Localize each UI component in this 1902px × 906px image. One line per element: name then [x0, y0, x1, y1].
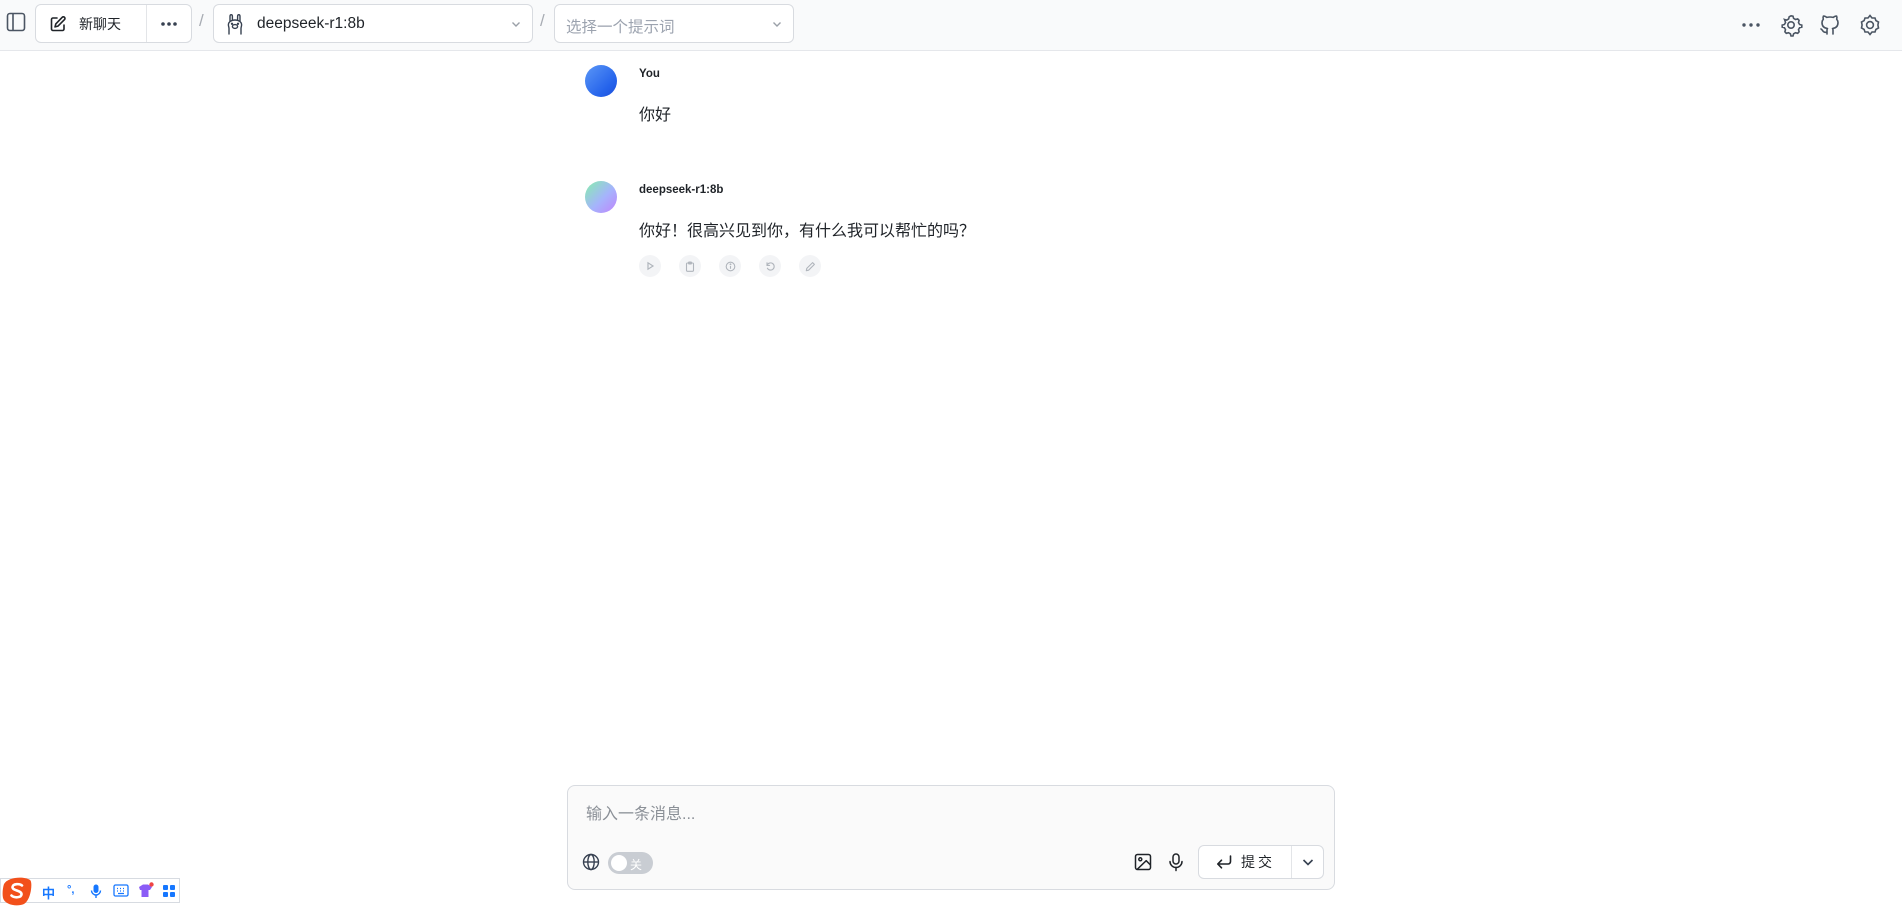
new-chat-button[interactable]: 新聊天 [36, 5, 147, 42]
ime-keyboard-icon[interactable] [113, 884, 129, 897]
prompt-placeholder: 选择一个提示词 [566, 19, 675, 36]
ime-punctuation[interactable]: °, [67, 884, 74, 896]
avatar [585, 65, 617, 97]
sogou-logo-icon[interactable] [2, 876, 32, 906]
enter-icon [1215, 854, 1233, 870]
submit-label: 提交 [1241, 854, 1275, 870]
sidebar-toggle-icon[interactable] [5, 11, 27, 33]
ime-toolbox-icon[interactable] [162, 884, 176, 898]
play-icon[interactable] [639, 255, 661, 277]
toggle-knob [611, 855, 627, 871]
ime-toolbar: 中 °, [0, 876, 180, 906]
submit-options-button[interactable] [1292, 846, 1323, 878]
message-composer: 关 提交 [567, 785, 1335, 890]
more-horizontal-icon [160, 21, 178, 27]
settings-gear-icon[interactable] [1779, 13, 1803, 37]
chevron-down-icon [1301, 855, 1315, 869]
message-input[interactable] [586, 800, 1306, 830]
microphone-icon[interactable] [1166, 852, 1186, 872]
message-sender: You [639, 68, 660, 80]
ime-skin-icon[interactable] [137, 882, 155, 899]
ime-mode[interactable]: 中 [42, 883, 55, 902]
toggle-label: 关 [630, 858, 643, 872]
copy-icon[interactable] [679, 255, 701, 277]
message-sender: deepseek-r1:8b [639, 184, 724, 196]
message-text: 你好 [639, 107, 672, 124]
prompt-select[interactable]: 选择一个提示词 [554, 4, 794, 43]
avatar [585, 181, 617, 213]
model-select[interactable]: deepseek-r1:8b [213, 4, 533, 43]
web-search-toggle[interactable]: 关 [608, 852, 653, 874]
more-horizontal-icon[interactable] [1739, 13, 1763, 37]
submit-button[interactable]: 提交 [1199, 846, 1292, 878]
ime-mic-icon[interactable] [90, 884, 102, 898]
brightness-icon[interactable] [1858, 13, 1882, 37]
image-icon[interactable] [1133, 852, 1153, 872]
chat-more-button[interactable] [147, 5, 191, 42]
chevron-down-icon [510, 18, 522, 30]
new-chat-group: 新聊天 [35, 4, 192, 43]
submit-group: 提交 [1198, 845, 1324, 879]
message-text: 你好！很高兴见到你，有什么我可以帮忙的吗？ [639, 223, 976, 240]
globe-icon[interactable] [581, 852, 601, 872]
github-icon[interactable] [1818, 13, 1842, 37]
chevron-down-icon [771, 18, 783, 30]
edit-icon [49, 15, 67, 33]
edit-icon[interactable] [799, 255, 821, 277]
top-bar: 新聊天 / deepseek-r1:8b / 选择一个提示词 [0, 0, 1902, 51]
breadcrumb-separator: / [199, 11, 204, 30]
new-chat-label: 新聊天 [79, 15, 121, 32]
info-icon[interactable] [719, 255, 741, 277]
regenerate-icon[interactable] [759, 255, 781, 277]
breadcrumb-separator: / [540, 11, 545, 30]
model-name: deepseek-r1:8b [257, 14, 365, 32]
llama-icon [225, 13, 245, 35]
